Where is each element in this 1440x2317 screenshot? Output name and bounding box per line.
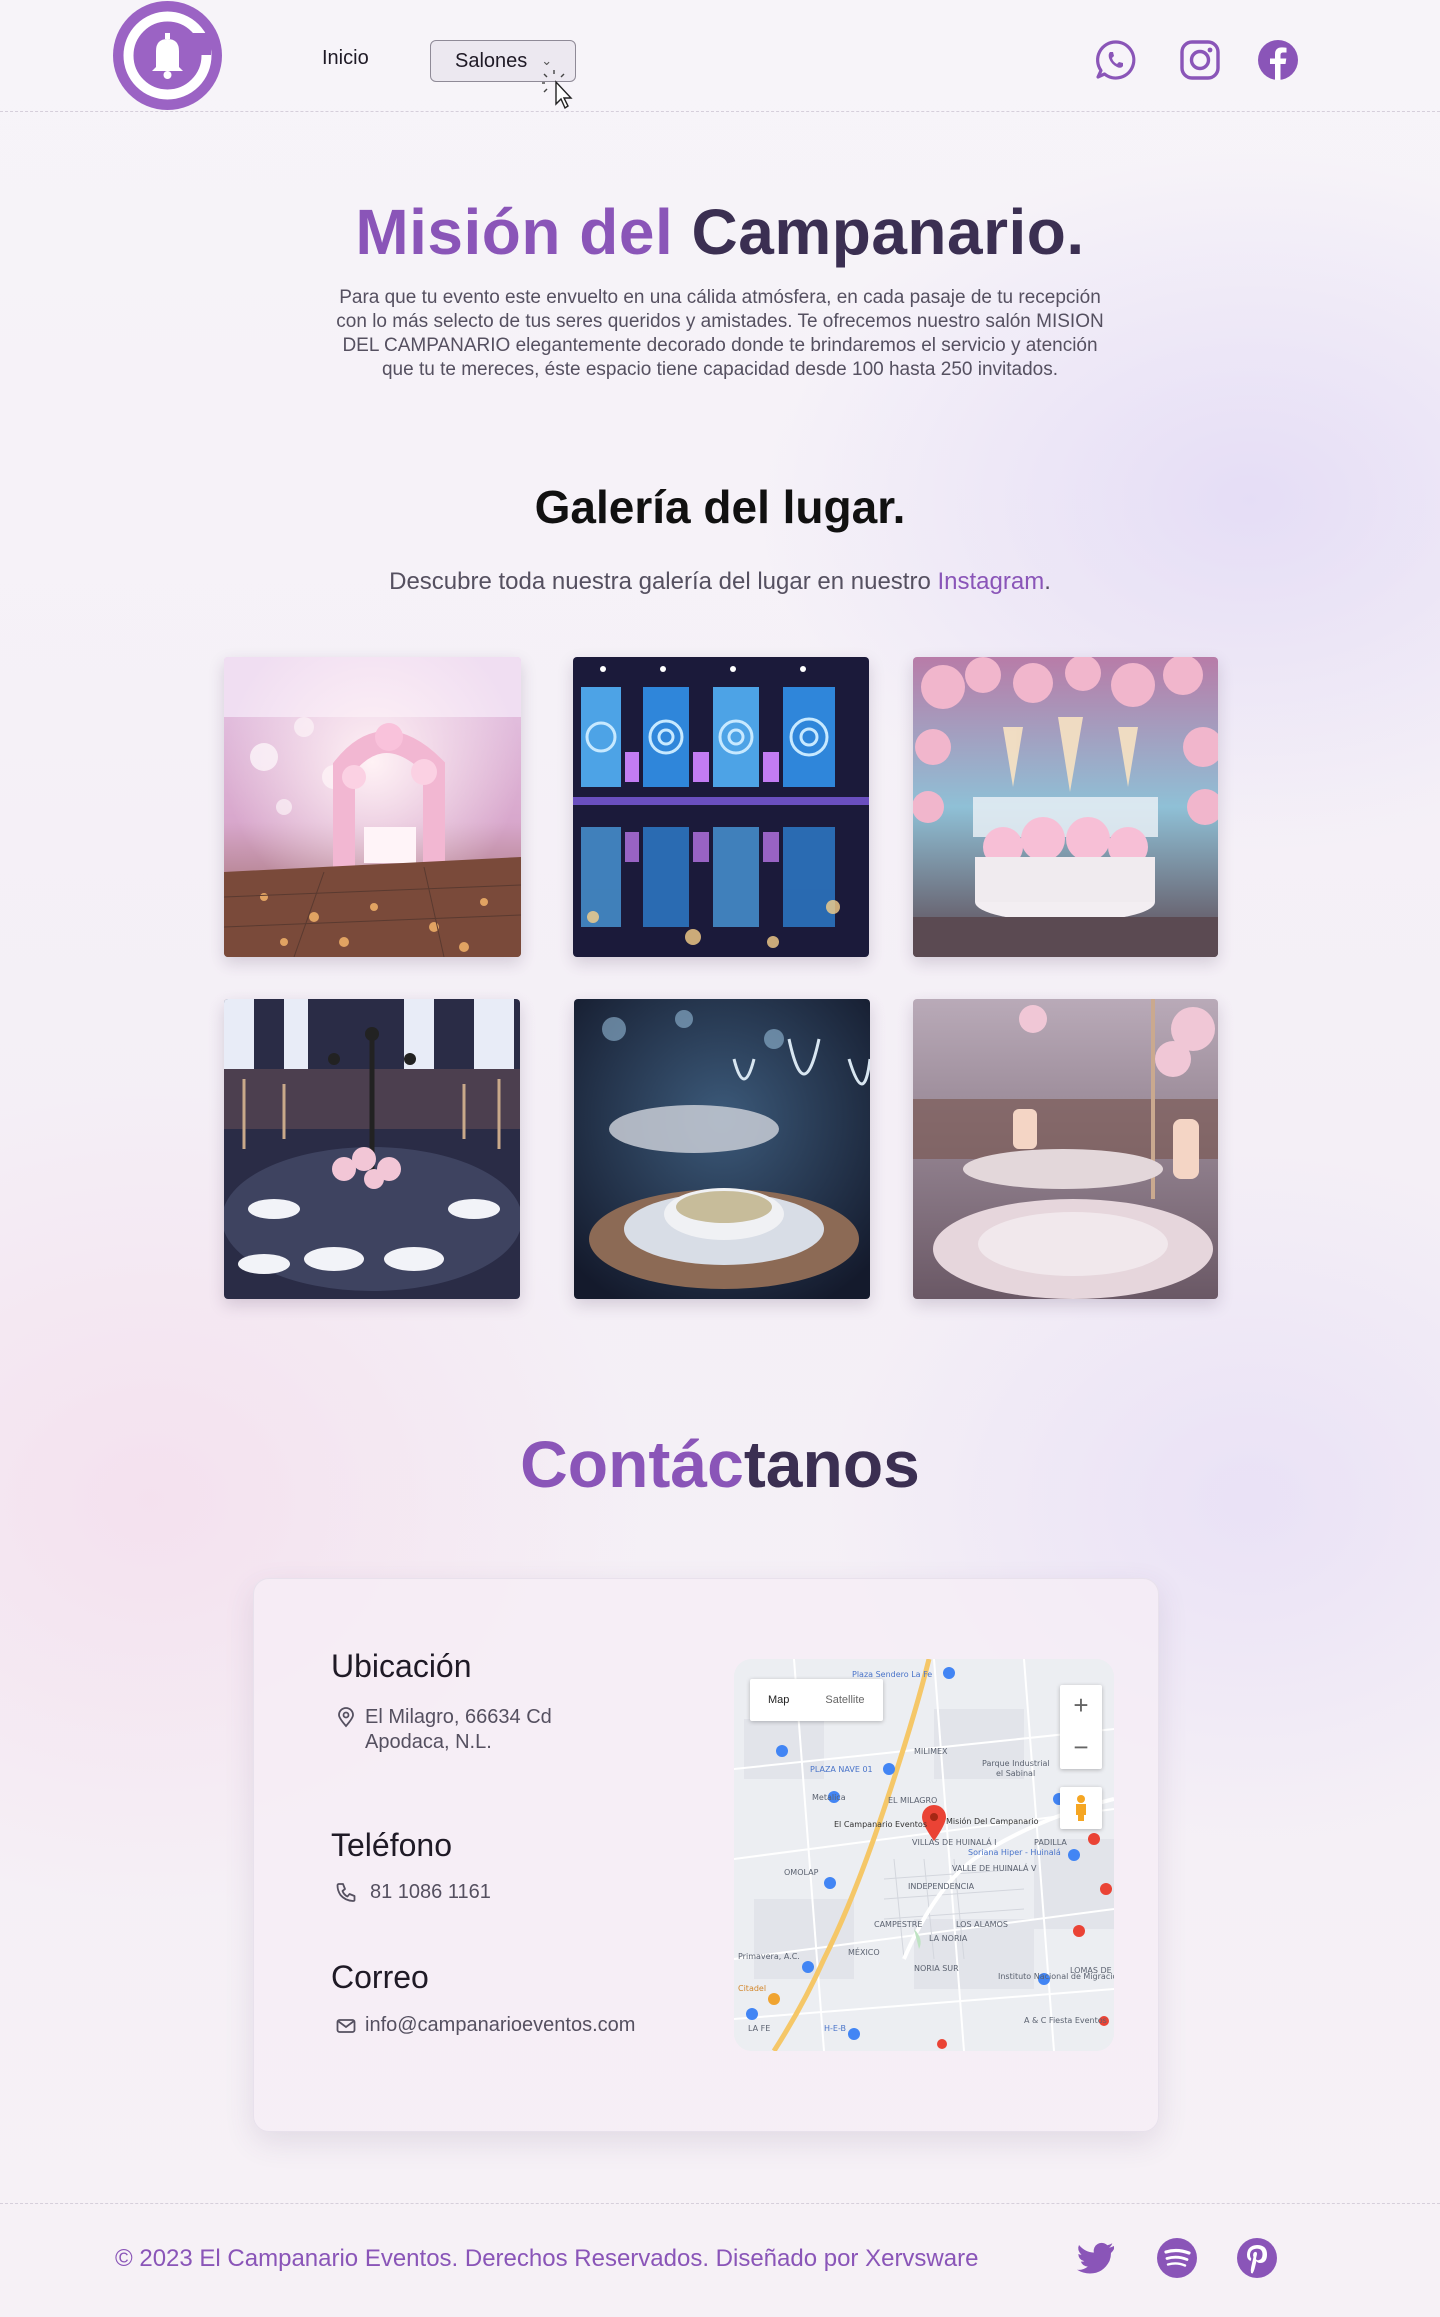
facebook-icon[interactable] [1256,38,1300,82]
spotify-icon[interactable] [1155,2236,1199,2280]
bell-logo-icon[interactable] [113,1,222,110]
gallery-photo-image [913,999,1218,1299]
gallery-photo[interactable] [913,999,1218,1299]
zoom-in-button[interactable]: + [1060,1685,1102,1727]
map-label: Soriana Hiper - Huinalá [968,1848,1061,1857]
title-accent: Misión del [355,196,674,268]
gallery-photo[interactable] [224,999,520,1299]
map-label: LOS ALAMOS [956,1920,1008,1929]
gallery-photo-image [224,999,520,1299]
map-label: El Campanario Eventos [834,1820,927,1829]
gallery-photo[interactable] [913,657,1218,957]
gallery-description: Descubre toda nuestra galería del lugar … [0,568,1440,596]
email-value[interactable]: info@campanarioeventos.com [365,2013,635,2038]
gallery-photo[interactable] [224,657,521,957]
site-header: Inicio Salones ⌄ [0,0,1440,112]
map-type-tabs: Map Satellite [750,1679,883,1721]
contact-title-rest: tanos [743,1427,920,1501]
gallery-title: Galería del lugar. [534,481,906,533]
phone-icon [335,1881,357,1903]
map-label: el Sabinal [996,1769,1035,1778]
map-label: Citadel [738,1984,766,1993]
map-label: MÉXICO [848,1946,880,1957]
pinterest-icon[interactable] [1235,2236,1279,2280]
hero-description: Para que tu evento este envuelto en una … [336,287,1104,380]
contact-title: Contáctanos [0,1426,1440,1502]
map-label: VALLE DE HUINALÁ V [952,1862,1037,1873]
gallery-desc-suffix: . [1044,568,1051,595]
gallery-photo-image [224,657,521,957]
location-line2: Apodaca, N.L. [365,1731,492,1753]
phone-value[interactable]: 81 1086 1161 [370,1880,491,1905]
whatsapp-icon[interactable] [1094,38,1138,82]
map-label: CAMPESTRE [874,1920,922,1929]
phone-title: Teléfono [331,1827,452,1863]
map-label: VILLAS DE HUINALÁ I [912,1836,996,1847]
gallery-desc-text: Descubre toda nuestra galería del lugar … [389,568,931,595]
map-label: INDEPENDENCIA [908,1882,975,1891]
instagram-link[interactable]: Instagram [937,568,1044,595]
map-label: Metalica [812,1793,846,1802]
map-label: NORIA SUR [914,1964,959,1973]
page-title: Misión del Campanario. [0,195,1440,269]
pegman-icon[interactable] [1060,1787,1102,1829]
map-label: PLAZA NAVE 01 [810,1765,873,1774]
map-label: LA FE [748,2024,770,2033]
footer-divider [0,2203,1440,2204]
footer-copyright: © 2023 El Campanario Eventos. Derechos R… [115,2245,979,2272]
map-label: Primavera, A.C. [738,1952,800,1961]
map-label: Parque Industrial [982,1759,1050,1768]
map-pin-icon [335,1706,357,1728]
email-title: Correo [331,1959,429,1995]
location-title: Ubicación [331,1648,472,1684]
map-label: LA NORIA [929,1934,968,1943]
twitter-icon[interactable] [1074,2236,1118,2280]
gallery-photo-image [574,999,870,1299]
title-rest: Campanario. [691,196,1085,268]
map-label: OMOLAP [784,1868,819,1877]
map-tab-satellite[interactable]: Satellite [807,1679,882,1721]
map-label: H-E-B [824,2024,846,2033]
chevron-down-icon: ⌄ [541,53,553,68]
gallery-photo-image [573,657,869,957]
embedded-map[interactable]: Plaza Sendero La Fe PLAZA NAVE 01 MILIME… [734,1659,1114,2051]
map-label: A & C Fiesta Eventos [1024,2016,1107,2025]
gallery-photo[interactable] [574,999,870,1299]
map-label: Misión Del Campanario [946,1816,1039,1826]
map-tab-map[interactable]: Map [750,1679,807,1721]
nav-inicio-link[interactable]: Inicio [322,47,369,70]
gallery-photo[interactable] [573,657,869,957]
mouse-cursor-icon [542,70,573,110]
map-zoom-controls: + − [1060,1685,1102,1769]
location-line1: El Milagro, 66634 Cd [365,1706,552,1728]
contact-title-accent: Contác [520,1427,744,1501]
map-label: PADILLA [1034,1838,1067,1847]
map-label: MILIMEX [914,1747,948,1756]
map-label: Plaza Sendero La Fe [852,1670,932,1679]
map-label: EL MILAGRO [888,1796,937,1805]
zoom-out-button[interactable]: − [1060,1727,1102,1769]
map-label: LOMAS DE HUINALÁ [1070,1964,1114,1975]
gallery-photo-image [913,657,1218,957]
instagram-icon[interactable] [1178,38,1222,82]
mail-icon [335,2015,357,2037]
nav-salones-label: Salones [455,49,528,72]
